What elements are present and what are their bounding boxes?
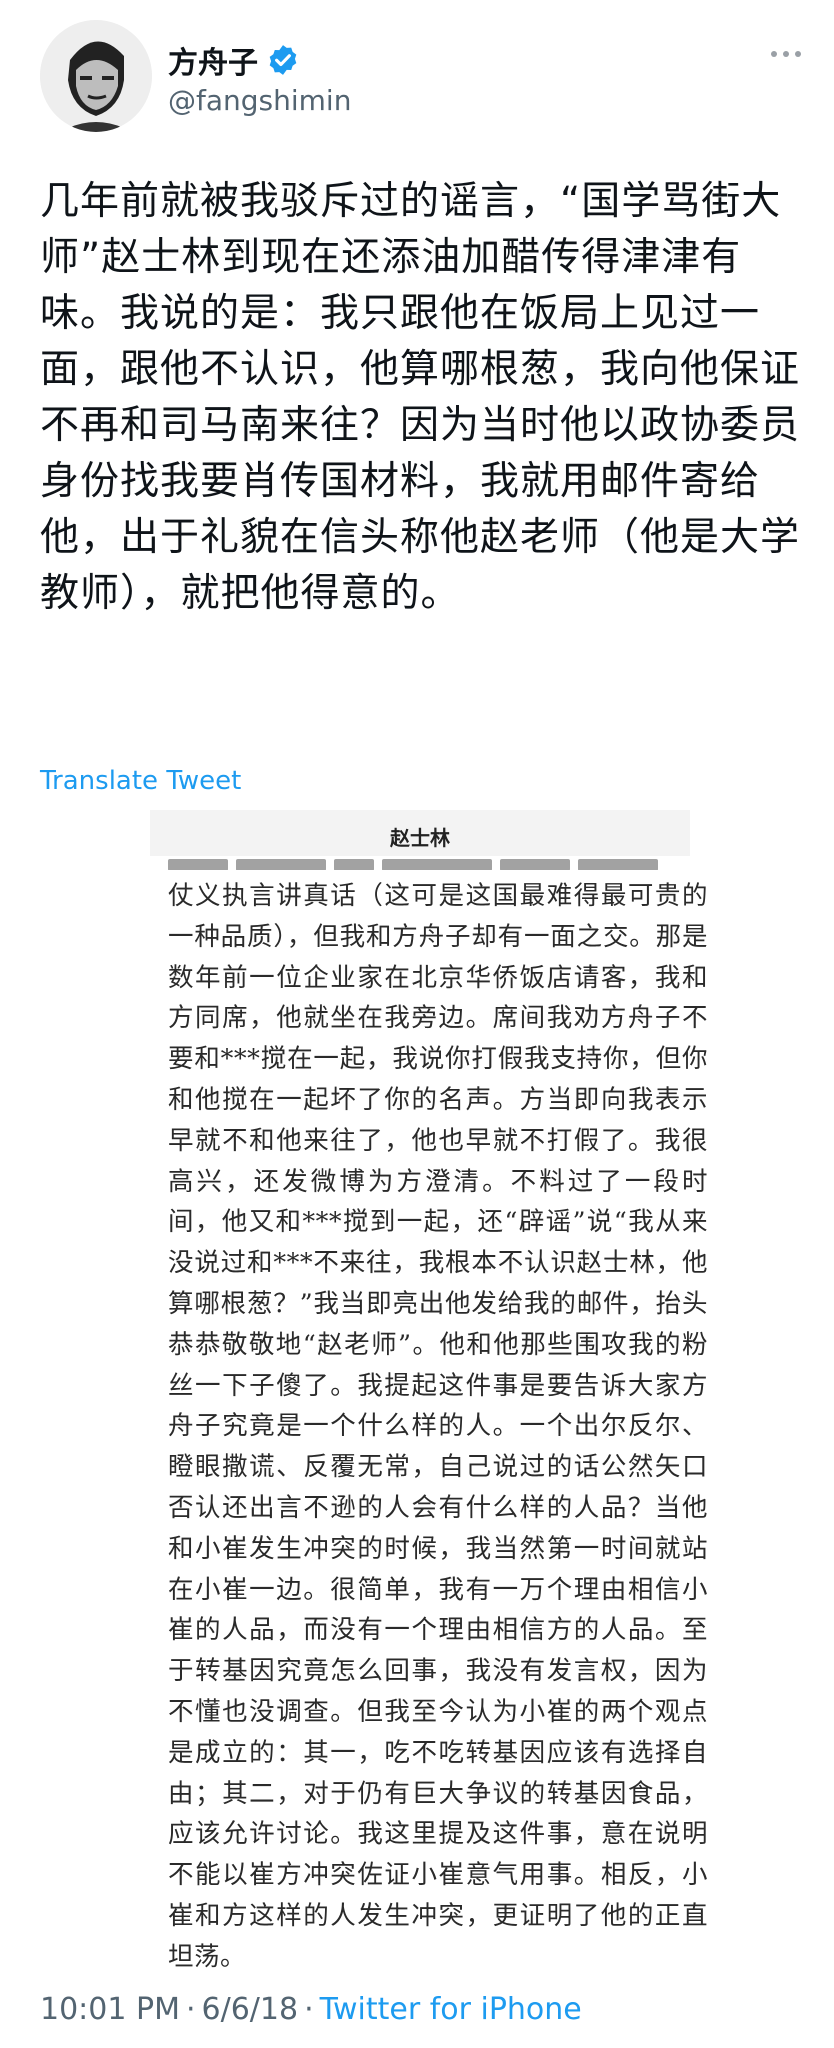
author-name-row[interactable]: 方舟子 [168, 38, 300, 82]
author-handle[interactable]: @fangshimin [168, 84, 351, 117]
article-header: 赵士林 [150, 810, 690, 856]
avatar[interactable] [40, 20, 152, 132]
tweet-text: 几年前就被我驳斥过的谣言，“国学骂街大师”赵士林到现在还添油加醋传得津津有味。我… [40, 179, 801, 616]
more-options-icon[interactable] [766, 44, 806, 64]
tweet-source-link[interactable]: Twitter for iPhone [320, 1992, 582, 2027]
avatar-image [40, 20, 152, 132]
translate-tweet-link[interactable]: Translate Tweet [40, 766, 241, 796]
more-dot [783, 51, 789, 57]
separator: · [185, 1992, 196, 2027]
article-body: 仗义执言讲真话（这可是这国最难得最可贵的一种品质），但我和方舟子却有一面之交。那… [168, 876, 708, 1970]
cropped-text-line [168, 856, 688, 870]
separator: · [304, 1992, 314, 2027]
article-title: 赵士林 [390, 826, 450, 850]
tweet-date[interactable]: 6/6/18 [202, 1992, 299, 2027]
author-name[interactable]: 方舟子 [168, 38, 258, 82]
verified-badge-icon [269, 45, 297, 75]
more-dot [771, 51, 777, 57]
more-dot [795, 51, 801, 57]
attached-image[interactable]: 赵士林 仗义执言讲真话（这可是这国最难得最可贵的一种品质），但我和方舟子却有一面… [40, 810, 796, 1970]
tweet-metadata: 10:01 PM · 6/6/18 · Twitter for iPhone [40, 1992, 582, 2027]
article-paragraph: 仗义执言讲真话（这可是这国最难得最可贵的一种品质），但我和方舟子却有一面之交。那… [168, 881, 708, 1970]
tweet-time[interactable]: 10:01 PM [40, 1992, 180, 2027]
